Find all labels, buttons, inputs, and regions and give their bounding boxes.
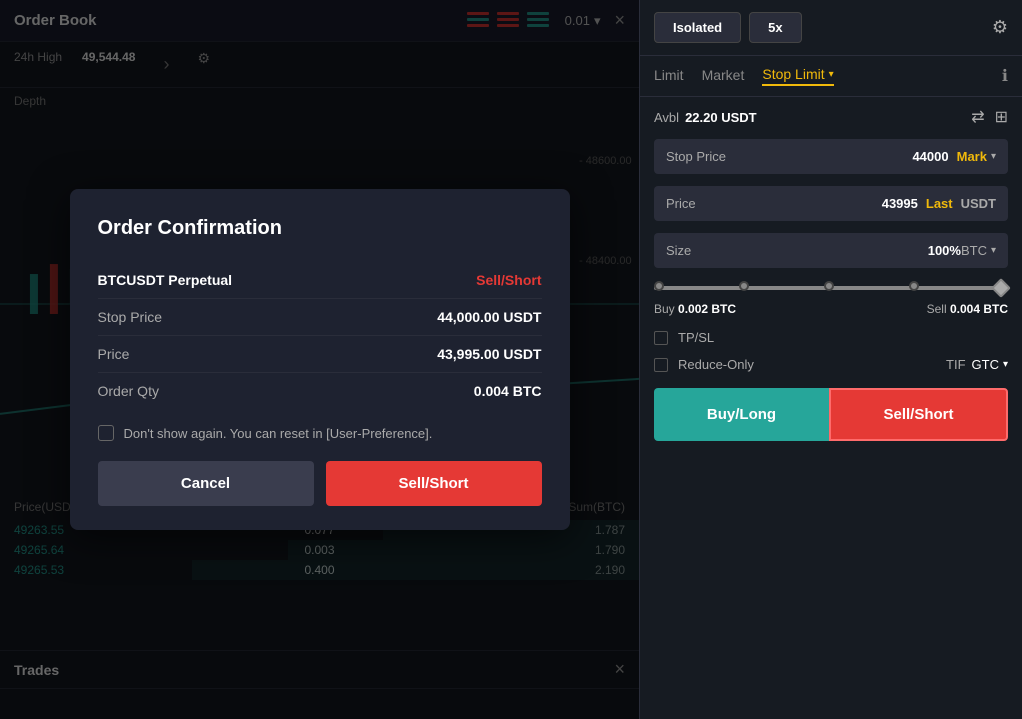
modal-price-label: Price	[98, 346, 130, 362]
modal-title: Order Confirmation	[98, 217, 542, 240]
cancel-button[interactable]: Cancel	[98, 461, 314, 506]
action-buttons: Buy/Long Sell/Short	[654, 388, 1008, 441]
sell-short-main-button[interactable]: Sell/Short	[829, 388, 1008, 441]
slider-dot-25[interactable]	[739, 281, 749, 291]
right-panel: Isolated 5x ⚙ Limit Market Stop Limit ▾ …	[640, 0, 1022, 719]
modal-checkbox-row: Don't show again. You can reset in [User…	[98, 409, 542, 457]
stop-price-label: Stop Price	[666, 149, 912, 164]
reduce-only-checkbox[interactable]	[654, 358, 668, 372]
modal-buttons: Cancel Sell/Short	[98, 461, 542, 506]
tif-label: TIF	[946, 357, 966, 372]
top-controls: Isolated 5x ⚙	[640, 0, 1022, 56]
avbl-value: 22.20 USDT	[685, 110, 757, 125]
buy-long-button[interactable]: Buy/Long	[654, 388, 829, 441]
avbl-label: Avbl	[654, 110, 679, 125]
slider-track[interactable]	[654, 286, 1008, 290]
order-confirmation-modal: Order Confirmation BTCUSDT Perpetual Sel…	[70, 189, 570, 530]
modal-price-value: 43,995.00 USDT	[437, 346, 541, 362]
size-value: 100%	[928, 243, 961, 258]
calculator-icon[interactable]: ⊞	[995, 107, 1008, 127]
tab-limit[interactable]: Limit	[654, 67, 684, 85]
modal-pair-label: BTCUSDT Perpetual	[98, 272, 233, 288]
tp-sl-row: TP/SL	[640, 324, 1022, 351]
sell-short-button[interactable]: Sell/Short	[326, 461, 542, 506]
settings-icon[interactable]: ⚙	[992, 17, 1008, 38]
slider-dot-50[interactable]	[824, 281, 834, 291]
size-currency-select[interactable]: BTC ▾	[961, 243, 996, 258]
price-label: Price	[666, 196, 882, 211]
info-icon[interactable]: ℹ	[1002, 66, 1008, 86]
isolated-button[interactable]: Isolated	[654, 12, 741, 43]
modal-pair-row: BTCUSDT Perpetual Sell/Short	[98, 262, 542, 299]
price-input-row[interactable]: Price 43995 Last USDT	[654, 186, 1008, 221]
price-value: 43995	[882, 196, 918, 211]
modal-qty-value: 0.004 BTC	[474, 383, 542, 399]
tab-market[interactable]: Market	[702, 67, 745, 85]
tp-sl-label: TP/SL	[678, 330, 714, 345]
slider-row[interactable]	[640, 274, 1022, 298]
modal-overlay: Order Confirmation BTCUSDT Perpetual Sel…	[0, 0, 639, 719]
sell-label: Sell 0.004 BTC	[927, 302, 1008, 316]
stop-price-value: 44000	[912, 149, 948, 164]
tp-sl-checkbox[interactable]	[654, 331, 668, 345]
price-tag-usdt: USDT	[961, 196, 996, 211]
buy-sell-info: Buy 0.002 BTC Sell 0.004 BTC	[640, 298, 1022, 324]
stop-price-input-row[interactable]: Stop Price 44000 Mark ▾	[654, 139, 1008, 174]
stop-price-tag[interactable]: Mark	[957, 149, 987, 164]
price-tag-yellow[interactable]: Last	[926, 196, 953, 211]
modal-stop-price-label: Stop Price	[98, 309, 163, 325]
tab-stop-limit[interactable]: Stop Limit ▾	[762, 66, 833, 86]
tif-section: TIF GTC ▾	[946, 357, 1008, 372]
slider-dots	[654, 281, 1008, 295]
slider-dot-100[interactable]	[991, 278, 1011, 298]
avbl-row: Avbl 22.20 USDT ⇄ ⊞	[640, 97, 1022, 133]
dont-show-checkbox[interactable]	[98, 425, 114, 441]
slider-dot-0[interactable]	[654, 281, 664, 291]
slider-dot-75[interactable]	[909, 281, 919, 291]
buy-label: Buy 0.002 BTC	[654, 302, 736, 316]
gtc-select[interactable]: GTC ▾	[972, 357, 1008, 372]
order-tabs: Limit Market Stop Limit ▾ ℹ	[640, 56, 1022, 97]
reduce-only-row: Reduce-Only TIF GTC ▾	[640, 351, 1022, 378]
modal-stop-price-value: 44,000.00 USDT	[437, 309, 541, 325]
sell-value: 0.004 BTC	[950, 302, 1008, 316]
size-input-row[interactable]: Size 100% BTC ▾	[654, 233, 1008, 268]
modal-price-row: Price 43,995.00 USDT	[98, 336, 542, 373]
avbl-icons: ⇄ ⊞	[971, 107, 1008, 127]
buy-value: 0.002 BTC	[678, 302, 736, 316]
reduce-only-label: Reduce-Only	[678, 357, 754, 372]
size-label: Size	[666, 243, 928, 258]
modal-qty-label: Order Qty	[98, 383, 159, 399]
dont-show-label: Don't show again. You can reset in [User…	[124, 426, 433, 441]
leverage-button[interactable]: 5x	[749, 12, 801, 43]
left-panel: Order Book 0.01 ▾ × 24h High 49,544.48 ›…	[0, 0, 640, 719]
modal-side-label: Sell/Short	[476, 272, 541, 288]
modal-stop-price-row: Stop Price 44,000.00 USDT	[98, 299, 542, 336]
modal-qty-row: Order Qty 0.004 BTC	[98, 373, 542, 409]
transfer-icon[interactable]: ⇄	[971, 107, 984, 127]
